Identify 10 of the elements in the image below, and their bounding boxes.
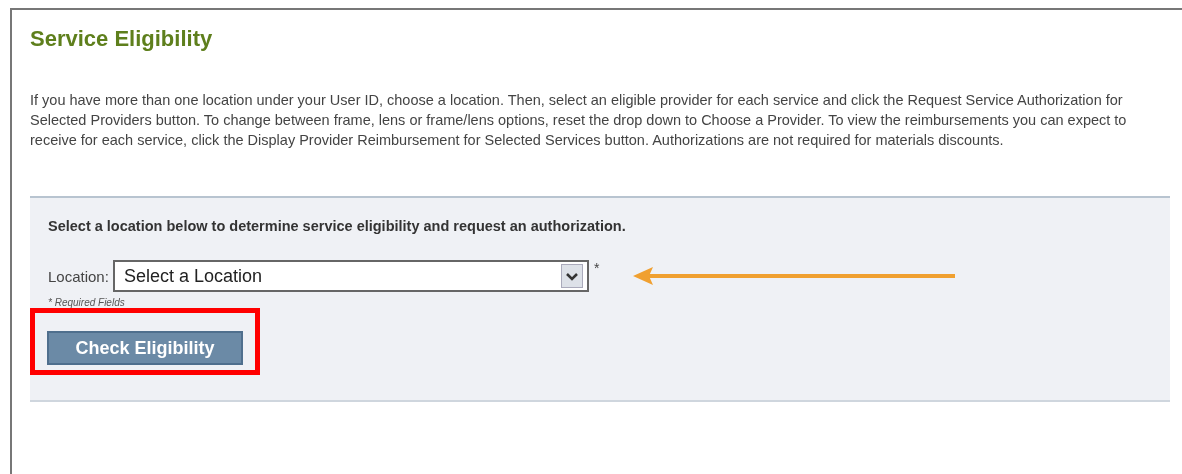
page-title: Service Eligibility — [30, 26, 214, 52]
location-label: Location: — [48, 267, 109, 285]
instructions-paragraph: If you have more than one location under your User ID, choose a location. Then, select an eligible provider for each service and click the Request Service Authorization for Selected Providers button. To change between frame, lens or frame/lens options, reset the drop down to Choose a Provider. To view the reimbursements you can expect to receive for each service, click the Display Provider Reimbursement for Selected Services button. Authorizations are not required for materials discounts. — [30, 91, 1128, 150]
required-mark: * — [593, 260, 600, 276]
arrow-icon — [631, 265, 958, 287]
required-note: * Required Fields — [48, 297, 126, 308]
check-eligibility-button[interactable]: Check Eligibility — [47, 331, 243, 365]
location-dropdown[interactable]: Select a Location — [112, 260, 589, 292]
form-instruction: Select a location below to determine service eligibility and request an authorization. — [48, 218, 627, 234]
caret-icon — [560, 264, 583, 288]
